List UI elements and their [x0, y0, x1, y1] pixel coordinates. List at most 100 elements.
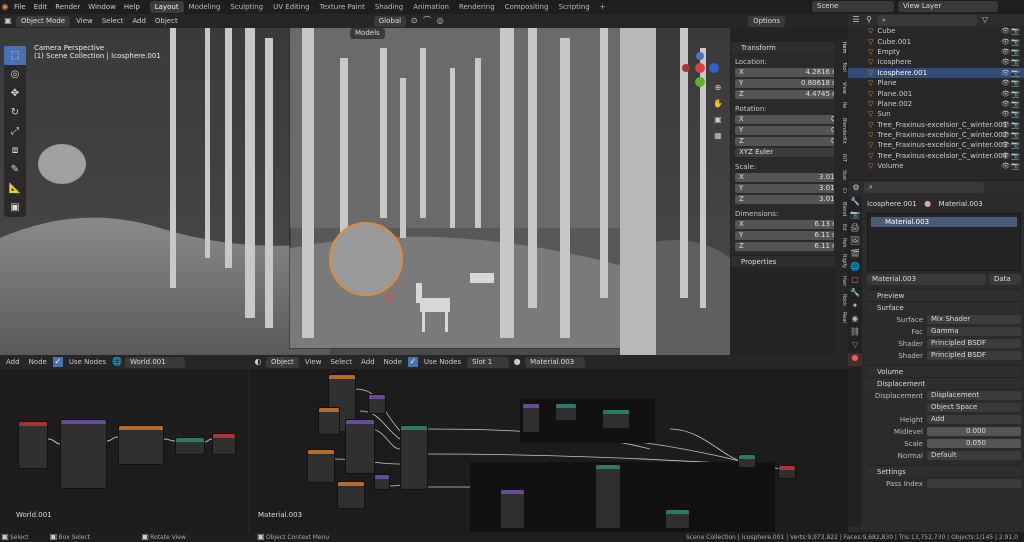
- midlevel-field[interactable]: 0.000: [927, 427, 1021, 436]
- add-workspace-button[interactable]: +: [595, 1, 611, 13]
- render-camera-icon[interactable]: 📷: [1011, 38, 1020, 46]
- shader-menu-add[interactable]: Add: [358, 358, 378, 366]
- collection-dropdown[interactable]: Models: [350, 28, 385, 39]
- workspace-tab-scripting[interactable]: Scripting: [554, 1, 595, 13]
- pass-index-field[interactable]: [927, 479, 1021, 488]
- annotate-icon[interactable]: ✎: [4, 160, 26, 179]
- shader-node-7[interactable]: [374, 474, 390, 490]
- npanel-tab-cr[interactable]: Cr: [834, 188, 847, 200]
- menu-help[interactable]: Help: [120, 3, 144, 11]
- render-camera-icon[interactable]: 📷: [1011, 100, 1020, 108]
- workspace-tab-compositing[interactable]: Compositing: [500, 1, 554, 13]
- world-node-texcoord[interactable]: [18, 421, 48, 469]
- outliner-item[interactable]: ▽ Sun 👁 📷: [848, 109, 1024, 119]
- camera-view-icon[interactable]: ▣: [713, 115, 723, 125]
- shader-menu-select[interactable]: Select: [327, 358, 355, 366]
- outliner-item[interactable]: ▽ Icosphere.001 👁 📷: [848, 67, 1024, 78]
- npanel-tab-rock[interactable]: Rock: [834, 294, 847, 310]
- npanel-tab-hair[interactable]: Hair: [834, 276, 847, 292]
- shader-node-12[interactable]: [500, 489, 525, 529]
- visibility-eye-icon[interactable]: 👁: [1001, 162, 1010, 170]
- outliner-item[interactable]: ▽ Empty 👁 📷: [848, 47, 1024, 57]
- visibility-eye-icon[interactable]: 👁: [1001, 38, 1010, 46]
- view-layer-tab-icon[interactable]: 🖼: [848, 236, 862, 249]
- dimension-z-field[interactable]: Z 6.11 m: [735, 242, 843, 251]
- use-nodes-checkbox[interactable]: ✓: [52, 357, 63, 367]
- workspace-tab-shading[interactable]: Shading: [370, 1, 408, 13]
- npanel-tab-view[interactable]: View: [834, 82, 847, 100]
- render-camera-icon[interactable]: 📷: [1011, 152, 1020, 160]
- 3d-viewport[interactable]: Camera Perspective (1) Scene Collection …: [0, 28, 730, 355]
- world-menu-node[interactable]: Node: [26, 358, 50, 366]
- world-selector[interactable]: World.001: [125, 356, 186, 368]
- visibility-eye-icon[interactable]: 👁: [1001, 79, 1010, 87]
- render-camera-icon[interactable]: 📷: [1011, 121, 1020, 129]
- npanel-tab-item[interactable]: Item: [834, 42, 847, 60]
- shader-node-4[interactable]: [345, 419, 375, 474]
- visibility-eye-icon[interactable]: 👁: [1001, 48, 1010, 56]
- dimension-x-field[interactable]: X 6.13 m: [735, 220, 843, 229]
- outliner-item[interactable]: ▽ Tree_Fraxinus-excelsior_C_winter.002 👁 📷: [848, 130, 1024, 140]
- workspace-tab-layout[interactable]: Layout: [149, 1, 184, 13]
- viewport-menu-view[interactable]: View: [73, 17, 96, 25]
- outliner-item[interactable]: ▽ Tree_Fraxinus-excelsior_C_winter.003 👁 📷: [848, 140, 1024, 150]
- npanel-tab-rit[interactable]: RIT: [834, 154, 847, 168]
- shader-menu-view[interactable]: View: [302, 358, 325, 366]
- rotation-mode-dropdown[interactable]: XYZ Euler: [735, 148, 843, 157]
- rotation-x-field[interactable]: X0°: [735, 115, 843, 124]
- outliner-item[interactable]: ▽ Cube 👁 📷: [848, 26, 1024, 36]
- transform-icon[interactable]: ⧈: [4, 141, 26, 160]
- shader-node-14[interactable]: [665, 509, 690, 529]
- outliner-item[interactable]: ▽ Volume 👁 📷: [848, 161, 1024, 171]
- fac-field[interactable]: Gamma: [927, 327, 1021, 336]
- shader-menu-node[interactable]: Node: [381, 358, 405, 366]
- move-icon[interactable]: ✥: [4, 84, 26, 103]
- workspace-tab-animation[interactable]: Animation: [408, 1, 454, 13]
- surface-section[interactable]: Surface: [867, 301, 1021, 313]
- render-camera-icon[interactable]: 📷: [1011, 27, 1020, 35]
- measure-icon[interactable]: 📐: [4, 179, 26, 198]
- particles-tab-icon[interactable]: ✦: [848, 301, 862, 314]
- shader-type-dropdown[interactable]: Object: [266, 356, 299, 368]
- workspace-tab-modeling[interactable]: Modeling: [184, 1, 226, 13]
- scale-field[interactable]: 0.050: [927, 439, 1021, 448]
- snap-icon[interactable]: ⌒: [422, 16, 432, 26]
- npanel-tab-ed[interactable]: Ed: [834, 224, 847, 236]
- visibility-eye-icon[interactable]: 👁: [1001, 141, 1010, 149]
- zoom-icon[interactable]: ⊕: [713, 83, 723, 93]
- space-dropdown[interactable]: Object Space: [927, 403, 1021, 412]
- npanel-tab-real[interactable]: Real: [834, 312, 847, 328]
- location-y-field[interactable]: Y 0.80618 m: [735, 79, 843, 88]
- filter-icon[interactable]: ⚲: [864, 15, 874, 25]
- options-dropdown[interactable]: Options: [748, 15, 786, 27]
- render-camera-icon[interactable]: 📷: [1011, 131, 1020, 139]
- slot-dropdown[interactable]: Slot 1: [467, 356, 510, 368]
- visibility-eye-icon[interactable]: 👁: [1001, 110, 1010, 118]
- height-field[interactable]: Add: [927, 415, 1021, 424]
- visibility-eye-icon[interactable]: 👁: [1001, 100, 1010, 108]
- settings-section[interactable]: Settings: [867, 465, 1021, 477]
- viewport-menu-add[interactable]: Add: [129, 17, 149, 25]
- workspace-tab-uv-editing[interactable]: UV Editing: [268, 1, 315, 13]
- viewport-menu-object[interactable]: Object: [152, 17, 181, 25]
- visibility-eye-icon[interactable]: 👁: [1001, 152, 1010, 160]
- grid-icon[interactable]: ▦: [713, 131, 723, 141]
- select-box-icon[interactable]: ⬚: [4, 46, 26, 65]
- rotate-icon[interactable]: ↻: [4, 103, 26, 122]
- world-node-background[interactable]: [175, 437, 205, 455]
- workspace-tab-sculpting[interactable]: Sculpting: [225, 1, 268, 13]
- visibility-eye-icon[interactable]: 👁: [1001, 131, 1010, 139]
- visibility-eye-icon[interactable]: 👁: [1001, 58, 1010, 66]
- shader-node-2[interactable]: [318, 407, 340, 435]
- location-x-field[interactable]: X 4.2816 m: [735, 68, 843, 77]
- shader-node-13[interactable]: [595, 464, 621, 529]
- render-camera-icon[interactable]: 📷: [1011, 79, 1020, 87]
- properties-editor-icon[interactable]: ⚙: [851, 183, 861, 193]
- normal-field[interactable]: Default: [927, 451, 1021, 460]
- workspace-tab-texture-paint[interactable]: Texture Paint: [315, 1, 370, 13]
- outliner-item[interactable]: ▽ Plane.002 👁 📷: [848, 99, 1024, 109]
- view-layer-selector[interactable]: View Layer: [898, 1, 998, 12]
- menu-render[interactable]: Render: [51, 3, 84, 11]
- node-frame-1[interactable]: [520, 399, 655, 443]
- tool-tab-icon[interactable]: 🔧: [848, 197, 862, 210]
